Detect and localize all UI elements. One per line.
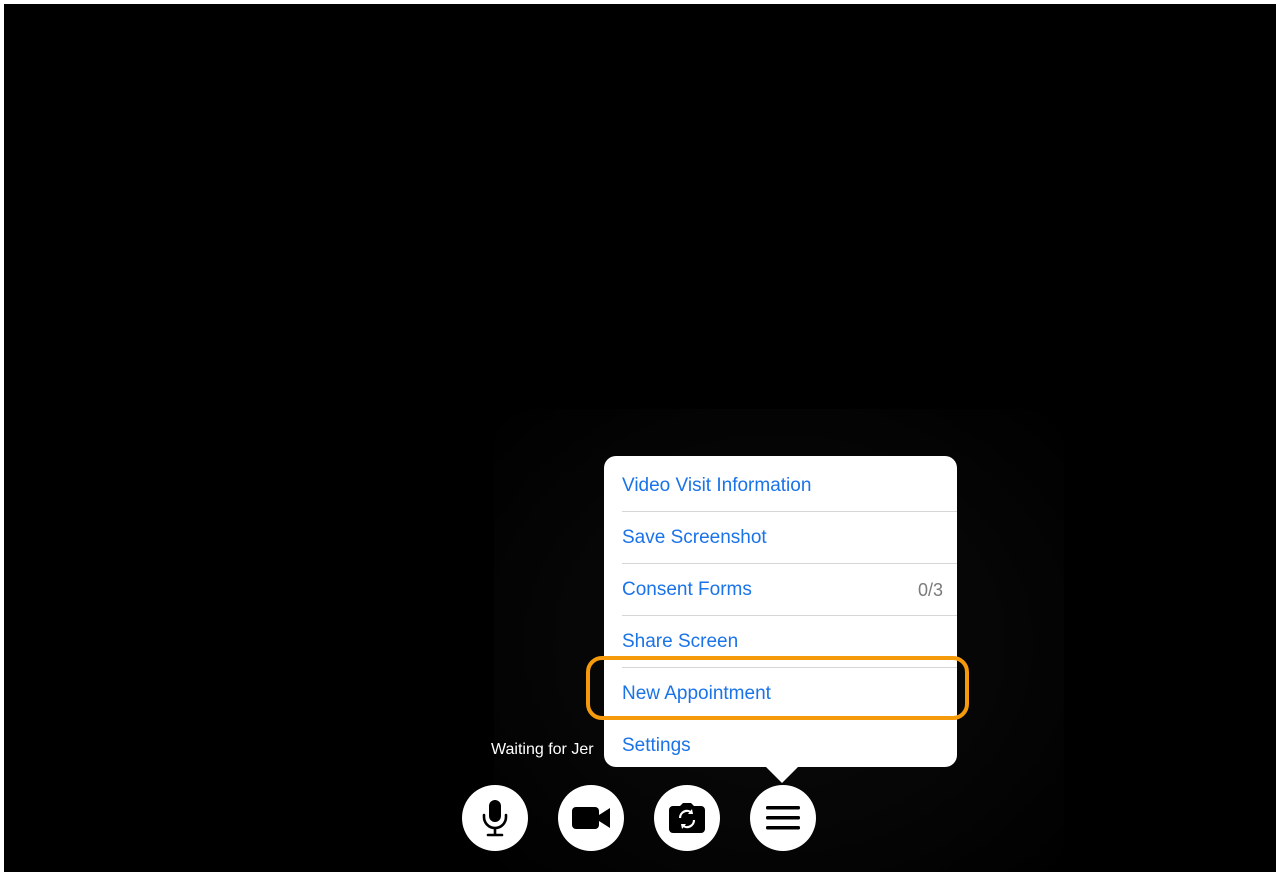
video-camera-icon <box>572 807 610 829</box>
menu-item-label: Video Visit Information <box>622 475 812 496</box>
video-camera-button[interactable] <box>558 785 624 851</box>
menu-item-consent-forms[interactable]: Consent Forms 0/3 <box>604 564 957 616</box>
menu-pointer-arrow <box>766 767 798 783</box>
microphone-button[interactable] <box>462 785 528 851</box>
camera-switch-icon <box>669 803 705 833</box>
menu-item-label: Settings <box>622 735 691 756</box>
menu-item-settings[interactable]: Settings <box>604 720 957 772</box>
flip-camera-button[interactable] <box>654 785 720 851</box>
menu-item-label: Save Screenshot <box>622 527 767 548</box>
new-appointment-highlight <box>586 656 969 720</box>
menu-item-label: Consent Forms <box>622 579 752 600</box>
microphone-icon <box>482 800 508 837</box>
consent-forms-count: 0/3 <box>917 579 943 600</box>
menu-button[interactable] <box>750 785 816 851</box>
menu-item-video-visit-information[interactable]: Video Visit Information <box>604 460 957 512</box>
hamburger-menu-icon <box>766 806 800 830</box>
more-options-menu: Video Visit Information Save Screenshot … <box>604 456 957 767</box>
menu-item-label: Share Screen <box>622 631 739 652</box>
menu-item-save-screenshot[interactable]: Save Screenshot <box>604 512 957 564</box>
